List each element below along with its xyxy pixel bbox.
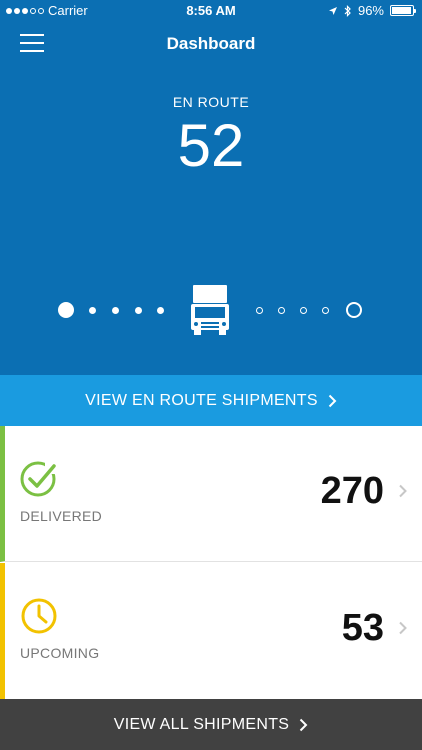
status-bar: Carrier 8:56 AM 96% [0,0,422,22]
origin-dot [58,302,74,318]
progress-dot [112,307,119,314]
battery-percent: 96% [357,3,384,18]
location-arrow-icon [328,6,337,15]
remaining-dot [322,307,329,314]
chevron-right-icon [399,621,407,635]
progress-dot [89,307,96,314]
chevron-right-icon [328,394,337,407]
delivered-label: DELIVERED [20,508,103,524]
en-route-label: EN ROUTE [172,94,250,110]
chevron-right-icon [300,718,308,731]
battery-level [392,7,412,14]
view-all-label: VIEW ALL SHIPMENTS [113,715,290,733]
en-route-count: 52 [177,112,245,179]
bluetooth-icon [344,4,351,17]
progress-dot [157,307,164,314]
remaining-dot [256,307,263,314]
progress-dot [135,307,142,314]
truck-icon [191,285,229,335]
status-indicators: 96% [328,3,416,18]
view-all-shipments-button[interactable]: VIEW ALL SHIPMENTS [0,699,422,750]
clock-icon [21,598,57,634]
delivered-card[interactable]: DELIVERED 270 [0,426,422,562]
upcoming-label: UPCOMING [20,645,100,661]
en-route-summary: Dashboard EN ROUTE 52 [0,22,422,375]
remaining-dot [278,307,285,314]
view-en-route-label: VIEW EN ROUTE SHIPMENTS [85,391,318,409]
destination-dot [346,302,362,318]
chevron-right-icon [399,484,407,498]
delivered-count: 270 [320,470,384,512]
check-circle-icon [20,461,58,497]
navigation-bar: Dashboard [0,22,422,66]
upcoming-count: 53 [341,607,384,649]
page-title: Dashboard [166,34,256,53]
battery-icon [390,5,416,16]
shipment-progress-track [0,284,422,340]
view-en-route-shipments-button[interactable]: VIEW EN ROUTE SHIPMENTS [0,375,422,426]
upcoming-card[interactable]: UPCOMING 53 [0,563,422,699]
remaining-dot [300,307,307,314]
